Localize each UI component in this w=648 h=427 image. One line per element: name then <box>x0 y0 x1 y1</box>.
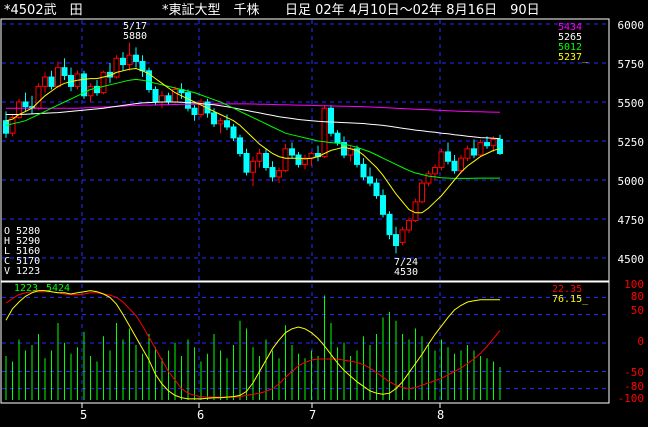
candle-body-down <box>139 60 146 72</box>
ohlcv-volume: V 1223 <box>4 266 40 277</box>
candle-body-down <box>386 213 393 236</box>
candle-body-down <box>373 182 380 197</box>
candle-body-down <box>243 152 250 173</box>
x-month-label: 8 <box>437 408 444 422</box>
candle-body-down <box>380 195 386 215</box>
candle-body-down <box>22 101 29 108</box>
candle-body-down <box>471 148 477 156</box>
x-month-label: 5 <box>80 408 87 422</box>
candle-body-down <box>263 152 269 169</box>
price-legend-4: 5237_ <box>558 52 589 63</box>
candle-body-up <box>159 95 165 103</box>
candle-body-down <box>269 167 276 178</box>
candle-body-up <box>321 107 328 158</box>
candle-body-down <box>61 67 68 76</box>
low-value-label: 4530 <box>394 267 418 278</box>
header-period: 日足 02年 4月10日～02年 8月16日 90日 <box>285 3 540 18</box>
header-code: *4502武 田 <box>4 3 83 18</box>
candle-body-up <box>35 85 42 109</box>
candle-body-up <box>458 157 464 172</box>
osc-y-tick: 80 <box>631 290 644 303</box>
candle-body-down <box>367 176 373 184</box>
candle-body-down <box>224 120 230 128</box>
candle-body-up <box>490 138 497 147</box>
candle-body-down <box>3 120 9 134</box>
price-y-tick: 5000 <box>618 175 645 188</box>
candle-body-down <box>328 107 334 134</box>
osc-y-tick: -50 <box>624 366 644 379</box>
candle-body-up <box>217 120 224 125</box>
candle-body-up <box>126 54 133 66</box>
candle-body-up <box>438 151 445 169</box>
x-month-label: 7 <box>309 408 316 422</box>
candle-body-up <box>113 57 120 78</box>
candle-body-down <box>295 154 302 165</box>
candle-body-up <box>100 71 107 94</box>
chart-stage: *4502武 田 *東証大型 千株 日足 02年 4月10日～02年 8月16日… <box>0 0 648 427</box>
candle-body-down <box>152 89 159 103</box>
candle-body-down <box>230 126 237 139</box>
candle-body-down <box>165 95 172 103</box>
price-y-tick: 6000 <box>618 19 645 32</box>
osc-legend-yellow: 76.15_ <box>552 294 589 305</box>
high-value-label: 5880 <box>123 31 147 42</box>
volume-legend-2: 5424 <box>46 283 70 294</box>
candle-body-down <box>289 148 295 156</box>
osc-y-tick: -100 <box>618 392 645 405</box>
candle-body-up <box>399 229 406 243</box>
candle-body-down <box>334 132 341 144</box>
candle-body-down <box>393 234 399 247</box>
osc-y-tick: 0 <box>637 335 644 348</box>
candle-body-down <box>211 112 217 125</box>
candle-body-down <box>48 76 55 87</box>
candle-body-up <box>464 148 471 159</box>
candle-body-down <box>120 57 126 66</box>
volume-legend-1: 1223 <box>14 283 38 294</box>
candle-body-up <box>412 201 419 222</box>
price-y-tick: 5750 <box>618 58 645 71</box>
candle-body-down <box>360 163 367 178</box>
osc-y-tick: 50 <box>631 304 644 317</box>
candle-body-down <box>484 142 490 147</box>
candle-body-down <box>497 138 503 154</box>
candle-body-down <box>237 137 243 154</box>
candle-body-up <box>282 148 289 172</box>
candle-body-up <box>276 170 282 178</box>
candle-body-up <box>477 142 484 156</box>
stock-chart: *4502武 田 *東証大型 千株 日足 02年 4月10日～02年 8月16日… <box>0 0 648 427</box>
price-y-tick: 5250 <box>618 136 645 149</box>
candle-body-up <box>55 67 61 87</box>
candle-body-up <box>432 167 438 175</box>
candle-body-down <box>185 92 191 109</box>
candle-body-up <box>250 160 256 173</box>
candle-body-down <box>191 107 198 115</box>
candle-body-down <box>133 54 139 62</box>
x-axis-band <box>0 404 648 427</box>
candle-body-up <box>87 85 94 97</box>
candle-body-up <box>419 182 425 203</box>
price-y-tick: 4750 <box>618 214 645 227</box>
price-y-tick: 5500 <box>618 97 645 110</box>
candle-body-down <box>445 151 451 162</box>
candle-body-up <box>406 220 412 231</box>
price-y-tick: 4500 <box>618 253 645 266</box>
candle-body-up <box>256 152 263 162</box>
candle-body-up <box>42 76 48 87</box>
candle-body-down <box>451 160 458 172</box>
header-market: *東証大型 千株 <box>162 2 260 18</box>
x-month-label: 6 <box>197 408 204 422</box>
